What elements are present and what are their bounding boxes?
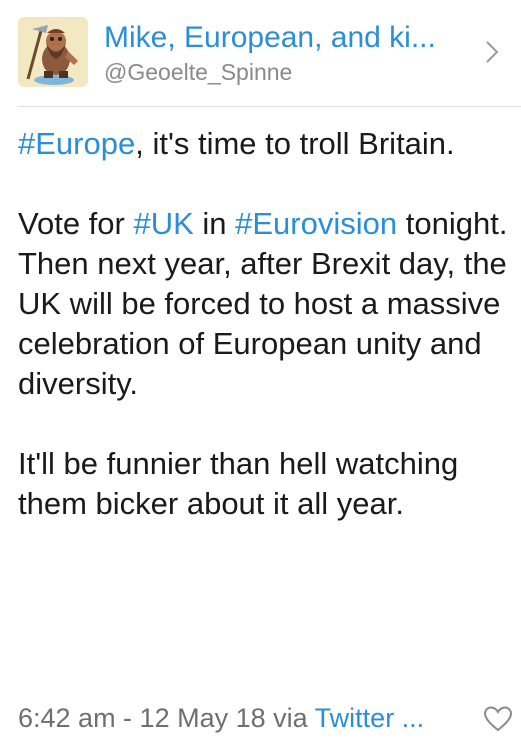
user-handle: @Geoelte_Spinne (104, 59, 293, 85)
tweet-text-span: , it's time to troll Britain. (135, 126, 455, 161)
tweet-text: #Europe, it's time to troll Britain. Vot… (18, 124, 513, 524)
display-name[interactable]: Mike, European, and ki... (104, 20, 474, 56)
hashtag-uk[interactable]: #UK (133, 206, 193, 241)
tweet-text-span: in (193, 206, 236, 241)
hashtag-eurovision[interactable]: #Eurovision (235, 206, 397, 241)
tweet-paragraph-1: #Europe, it's time to troll Britain. (18, 124, 513, 164)
tweet-text-span: Vote for (18, 206, 134, 241)
hashtag-europe[interactable]: #Europe (18, 126, 135, 161)
tweet-paragraph-2: Vote for #UK in #Eurovision tonight. The… (18, 204, 513, 404)
header-divider (18, 106, 521, 107)
timestamp: 6:42 am - 12 May 18 via (18, 703, 315, 733)
chevron-right-icon[interactable] (485, 40, 499, 64)
tweet-footer: 6:42 am - 12 May 18 via Twitter ... (18, 700, 518, 736)
heart-outline-icon[interactable] (483, 705, 513, 732)
source-link[interactable]: Twitter ... (315, 703, 425, 733)
avatar[interactable] (18, 17, 88, 87)
tweet-paragraph-3: It'll be funnier than hell watching them… (18, 446, 459, 521)
cartoon-dwarf-avatar-icon (18, 17, 88, 87)
tweet-header[interactable]: Mike, European, and ki... @Geoelte_Spinn… (0, 0, 521, 107)
